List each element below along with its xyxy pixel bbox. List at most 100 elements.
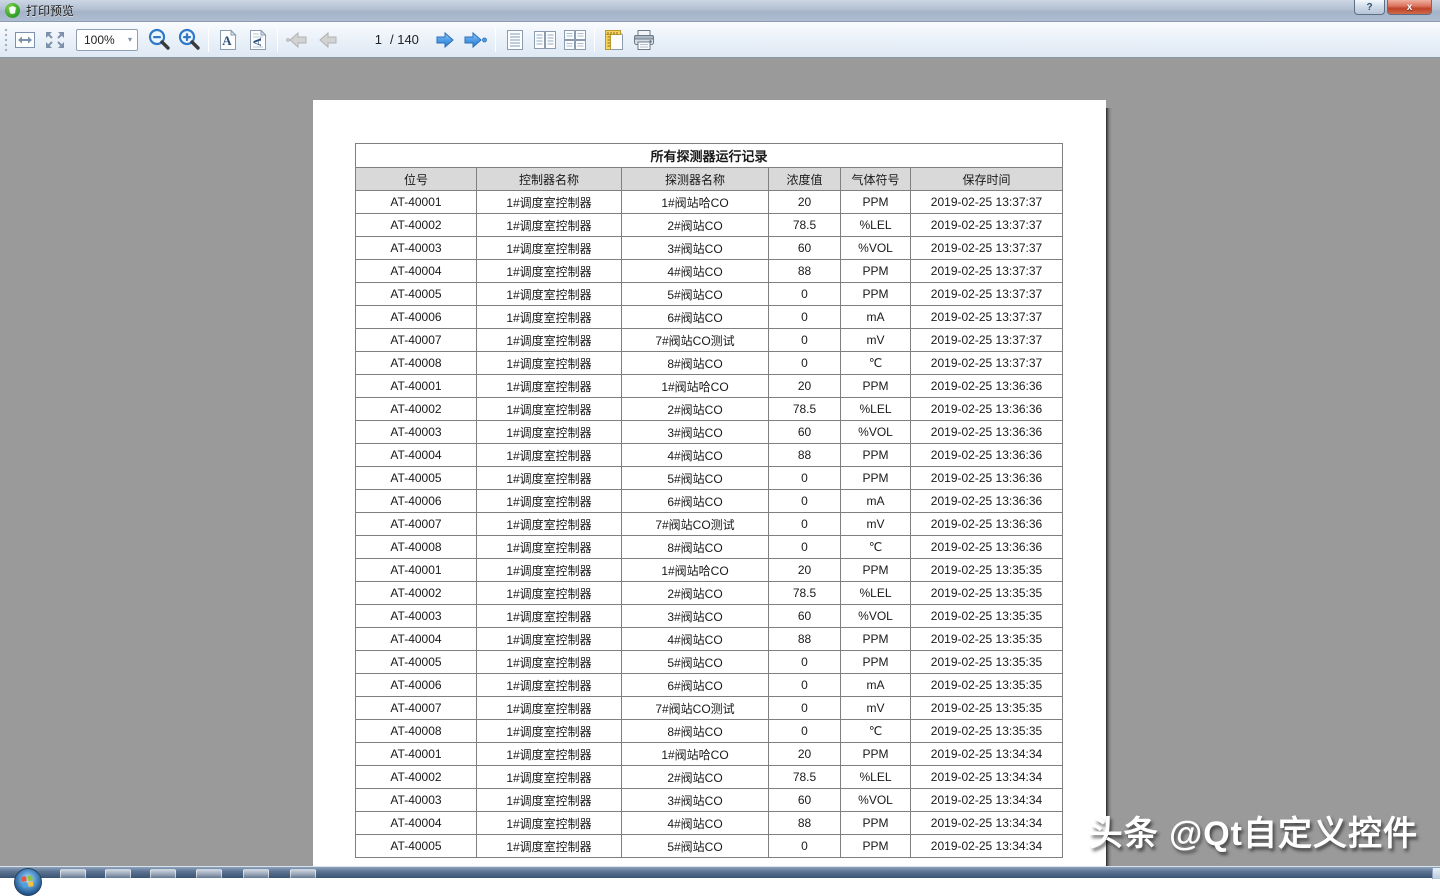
help-icon: ? <box>1366 2 1372 13</box>
overview-view-button[interactable] <box>562 27 588 53</box>
toolbar-grip[interactable] <box>2 27 10 53</box>
table-cell: 78.5 <box>769 582 841 605</box>
show-desktop-button[interactable] <box>1432 868 1440 879</box>
table-cell: %VOL <box>841 237 911 260</box>
help-button[interactable]: ? <box>1354 0 1385 15</box>
table-cell: 78.5 <box>769 766 841 789</box>
column-header: 保存时间 <box>911 168 1063 191</box>
table-title-row: 所有探测器运行记录 <box>356 144 1063 168</box>
fit-width-icon <box>14 30 36 50</box>
first-page-button[interactable] <box>284 27 310 53</box>
table-cell: 1#调度室控制器 <box>477 260 622 283</box>
table-cell: 2019-02-25 13:35:35 <box>911 697 1063 720</box>
table-cell: AT-40006 <box>356 674 477 697</box>
table-cell: 1#调度室控制器 <box>477 329 622 352</box>
table-cell: 88 <box>769 260 841 283</box>
previous-page-button[interactable] <box>314 27 340 53</box>
table-cell: %LEL <box>841 398 911 421</box>
table-cell: 1#调度室控制器 <box>477 651 622 674</box>
table-cell: 20 <box>769 743 841 766</box>
table-cell: AT-40007 <box>356 513 477 536</box>
zoom-out-icon <box>147 28 171 52</box>
table-cell: PPM <box>841 812 911 835</box>
table-cell: 2019-02-25 13:34:34 <box>911 743 1063 766</box>
table-cell: PPM <box>841 444 911 467</box>
table-cell: AT-40008 <box>356 536 477 559</box>
table-cell: PPM <box>841 283 911 306</box>
titlebar: 打印预览 ? x <box>0 0 1440 22</box>
page-number-field[interactable]: 1 <box>360 32 382 47</box>
last-page-button[interactable] <box>463 27 489 53</box>
table-cell: 2#阀站CO <box>622 582 769 605</box>
zoom-value: 100% <box>77 33 123 47</box>
close-button[interactable]: x <box>1387 0 1432 15</box>
print-button[interactable] <box>631 27 657 53</box>
column-header: 控制器名称 <box>477 168 622 191</box>
table-cell: AT-40004 <box>356 260 477 283</box>
portrait-icon: A <box>217 29 239 51</box>
fit-width-button[interactable] <box>12 27 38 53</box>
next-page-icon <box>434 31 458 49</box>
single-page-view-button[interactable] <box>502 27 528 53</box>
table-cell: AT-40001 <box>356 191 477 214</box>
table-cell: ℃ <box>841 536 911 559</box>
table-cell: 1#调度室控制器 <box>477 237 622 260</box>
table-cell: 2019-02-25 13:37:37 <box>911 352 1063 375</box>
table-cell: AT-40002 <box>356 398 477 421</box>
facing-pages-view-button[interactable] <box>532 27 558 53</box>
preview-area[interactable]: 所有探测器运行记录 位号控制器名称探测器名称浓度值气体符号保存时间 AT-400… <box>0 58 1440 866</box>
table-cell: 2019-02-25 13:37:37 <box>911 306 1063 329</box>
landscape-button[interactable]: A <box>245 27 271 53</box>
table-cell: 1#调度室控制器 <box>477 720 622 743</box>
taskbar <box>0 866 1440 878</box>
table-cell: PPM <box>841 260 911 283</box>
table-cell: PPM <box>841 651 911 674</box>
zoom-out-button[interactable] <box>146 27 172 53</box>
app-icon <box>5 3 20 18</box>
table-cell: mV <box>841 697 911 720</box>
start-button[interactable] <box>14 868 42 896</box>
report-page: 所有探测器运行记录 位号控制器名称探测器名称浓度值气体符号保存时间 AT-400… <box>313 100 1106 866</box>
table-cell: 1#调度室控制器 <box>477 490 622 513</box>
watermark-text: 头条 @Qt自定义控件 <box>1089 806 1418 855</box>
table-cell: 0 <box>769 513 841 536</box>
table-row: AT-400031#调度室控制器3#阀站CO60%VOL2019-02-25 1… <box>356 605 1063 628</box>
table-cell: 1#阀站哈CO <box>622 375 769 398</box>
next-page-button[interactable] <box>433 27 459 53</box>
first-page-icon <box>285 31 309 49</box>
table-cell: 4#阀站CO <box>622 812 769 835</box>
svg-text:A: A <box>222 33 232 48</box>
portrait-button[interactable]: A <box>215 27 241 53</box>
table-row: AT-400051#调度室控制器5#阀站CO0PPM2019-02-25 13:… <box>356 467 1063 490</box>
table-row: AT-400061#调度室控制器6#阀站CO0mA2019-02-25 13:3… <box>356 490 1063 513</box>
table-cell: 0 <box>769 536 841 559</box>
table-cell: 4#阀站CO <box>622 628 769 651</box>
table-cell: 2019-02-25 13:35:35 <box>911 651 1063 674</box>
table-cell: 1#调度室控制器 <box>477 766 622 789</box>
table-cell: 7#阀站CO测试 <box>622 329 769 352</box>
table-cell: 0 <box>769 306 841 329</box>
table-row: AT-400081#调度室控制器8#阀站CO0℃2019-02-25 13:37… <box>356 352 1063 375</box>
table-cell: 78.5 <box>769 214 841 237</box>
table-row: AT-400081#调度室控制器8#阀站CO0℃2019-02-25 13:35… <box>356 720 1063 743</box>
table-row: AT-400071#调度室控制器7#阀站CO测试0mV2019-02-25 13… <box>356 697 1063 720</box>
table-cell: PPM <box>841 375 911 398</box>
page-shadow <box>1106 108 1112 866</box>
table-cell: AT-40003 <box>356 789 477 812</box>
table-cell: mV <box>841 329 911 352</box>
table-cell: 3#阀站CO <box>622 421 769 444</box>
table-cell: 3#阀站CO <box>622 789 769 812</box>
fit-page-button[interactable] <box>42 27 68 53</box>
table-cell: 1#调度室控制器 <box>477 812 622 835</box>
table-cell: 0 <box>769 283 841 306</box>
table-cell: 1#调度室控制器 <box>477 628 622 651</box>
column-header: 浓度值 <box>769 168 841 191</box>
page-setup-button[interactable] <box>601 27 627 53</box>
toolbar-separator <box>208 28 209 52</box>
table-cell: PPM <box>841 559 911 582</box>
zoom-select[interactable]: 100% ▾ <box>76 29 138 51</box>
table-cell: 6#阀站CO <box>622 306 769 329</box>
zoom-in-button[interactable] <box>176 27 202 53</box>
table-cell: 2019-02-25 13:34:34 <box>911 789 1063 812</box>
table-row: AT-400051#调度室控制器5#阀站CO0PPM2019-02-25 13:… <box>356 283 1063 306</box>
